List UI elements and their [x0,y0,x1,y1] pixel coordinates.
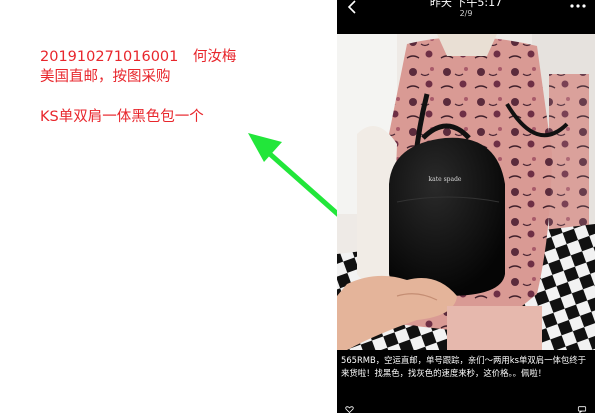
viewer-footer [337,404,595,413]
product-photo[interactable]: kate spade [337,34,595,350]
comment-icon[interactable] [577,406,587,413]
bag-brand-label: kate spade [429,176,462,183]
photo-viewer: 昨天 下午5:17 2/9 kate spade 565RMB，空运直邮，单号跟… [337,0,595,413]
viewer-header: 昨天 下午5:17 2/9 [337,0,595,34]
post-caption: 565RMB，空运直邮，单号跟踪，亲们～两用ks单双肩一体包终于来货啦！找黑色，… [341,355,586,378]
more-dots-icon[interactable] [569,3,587,13]
like-icon[interactable] [345,406,354,413]
photo-counter: 2/9 [459,9,473,18]
